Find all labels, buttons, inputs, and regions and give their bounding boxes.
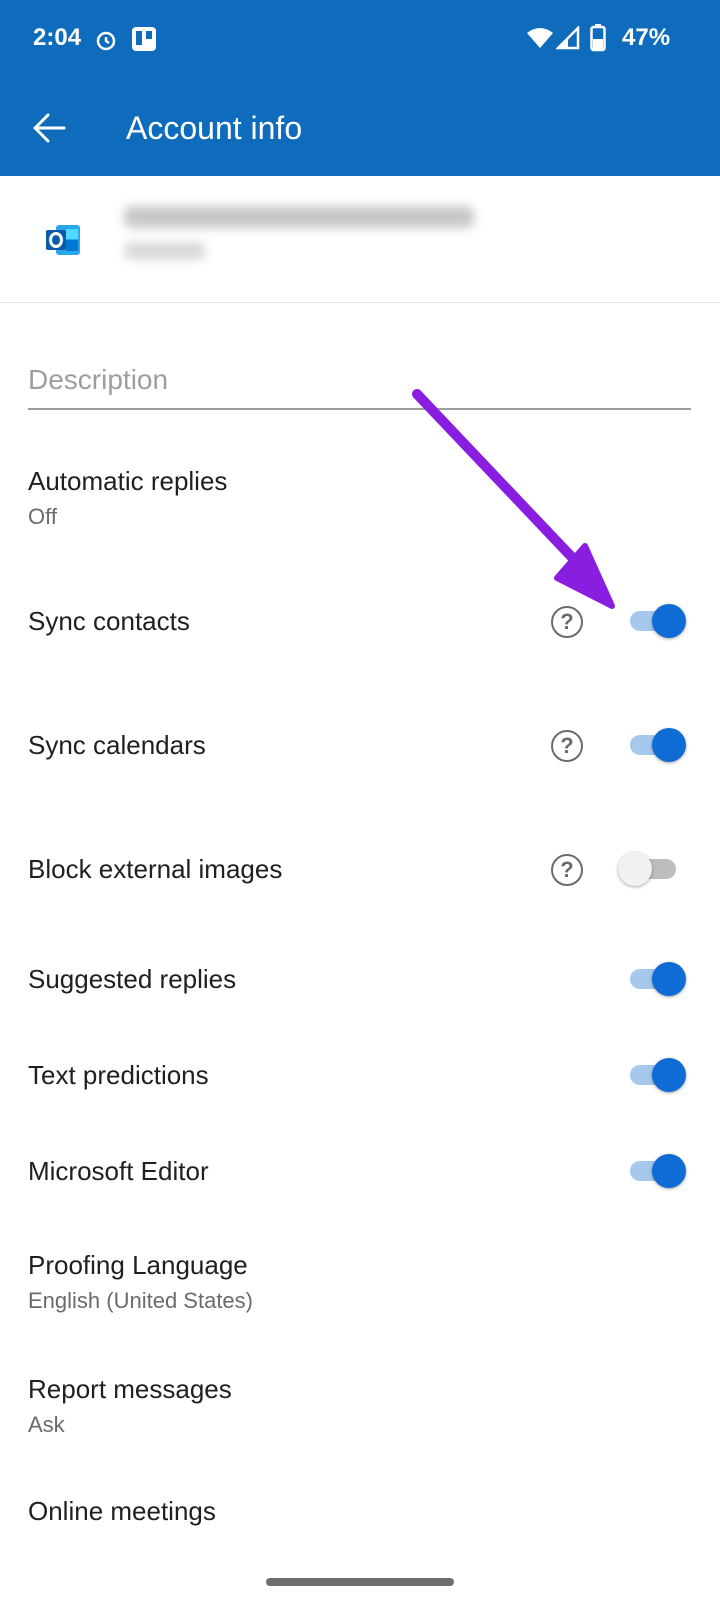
sync-calendars-toggle[interactable] [628,724,688,764]
arrow-left-icon[interactable] [26,104,74,152]
suggested-replies-toggle[interactable] [628,958,688,998]
trello-icon [132,27,156,51]
microsoft-editor-toggle[interactable] [628,1150,688,1190]
toggle-thumb [652,962,686,996]
proofing-language-label: Proofing Language [28,1250,248,1280]
app-bar: 2:04 47% Account info [0,0,720,176]
automatic-replies-row[interactable]: Automatic replies Off [0,456,720,552]
sync-calendars-label: Sync calendars [28,730,206,760]
text-predictions-row[interactable]: Text predictions [0,1036,720,1116]
sync-calendars-help-icon[interactable]: ? [551,730,583,762]
text-predictions-label: Text predictions [28,1060,209,1090]
report-messages-row[interactable]: Report messages Ask [0,1364,720,1460]
battery-percent: 47% [622,24,671,51]
block-external-images-row[interactable]: Block external images ? [0,828,720,912]
toolbar: Account info [0,80,720,176]
account-email-redacted [124,206,474,228]
proofing-language-row[interactable]: Proofing Language English (United States… [0,1240,720,1336]
microsoft-editor-row[interactable]: Microsoft Editor [0,1132,720,1212]
outlook-logo-icon [46,225,80,255]
online-meetings-row[interactable]: Online meetings [0,1486,720,1550]
sync-calendars-row[interactable]: Sync calendars ? [0,704,720,788]
cell-signal-icon [556,26,580,50]
account-header[interactable] [0,176,720,303]
suggested-replies-row[interactable]: Suggested replies [0,940,720,1020]
description-input[interactable] [28,364,691,396]
online-meetings-label: Online meetings [28,1496,216,1526]
sync-contacts-row[interactable]: Sync contacts ? [0,580,720,664]
status-time: 2:04 [33,24,82,51]
description-field-container [28,360,691,410]
microsoft-editor-label: Microsoft Editor [28,1156,209,1186]
report-messages-label: Report messages [28,1374,232,1404]
block-external-images-help-icon[interactable]: ? [551,854,583,886]
report-messages-value: Ask [28,1412,65,1437]
battery-icon [590,24,606,52]
account-type-redacted [124,242,206,260]
suggested-replies-label: Suggested replies [28,964,237,994]
toggle-thumb [652,1154,686,1188]
toggle-thumb [618,852,652,886]
proofing-language-value: English (United States) [28,1288,253,1313]
sync-contacts-help-icon[interactable]: ? [551,606,583,638]
block-external-images-toggle[interactable] [618,848,682,888]
automatic-replies-label: Automatic replies [28,466,228,496]
page-title: Account info [126,110,303,146]
sync-contacts-toggle[interactable] [628,600,688,640]
toggle-thumb [652,604,686,638]
toggle-thumb [652,1058,686,1092]
automatic-replies-value: Off [28,504,57,529]
alarm-icon [96,31,116,51]
wifi-icon [527,28,553,48]
gesture-nav-handle[interactable] [266,1578,454,1586]
status-bar: 2:04 47% [0,0,720,80]
block-external-images-label: Block external images [28,854,283,884]
toggle-thumb [652,728,686,762]
sync-contacts-label: Sync contacts [28,606,190,636]
text-predictions-toggle[interactable] [628,1054,688,1094]
